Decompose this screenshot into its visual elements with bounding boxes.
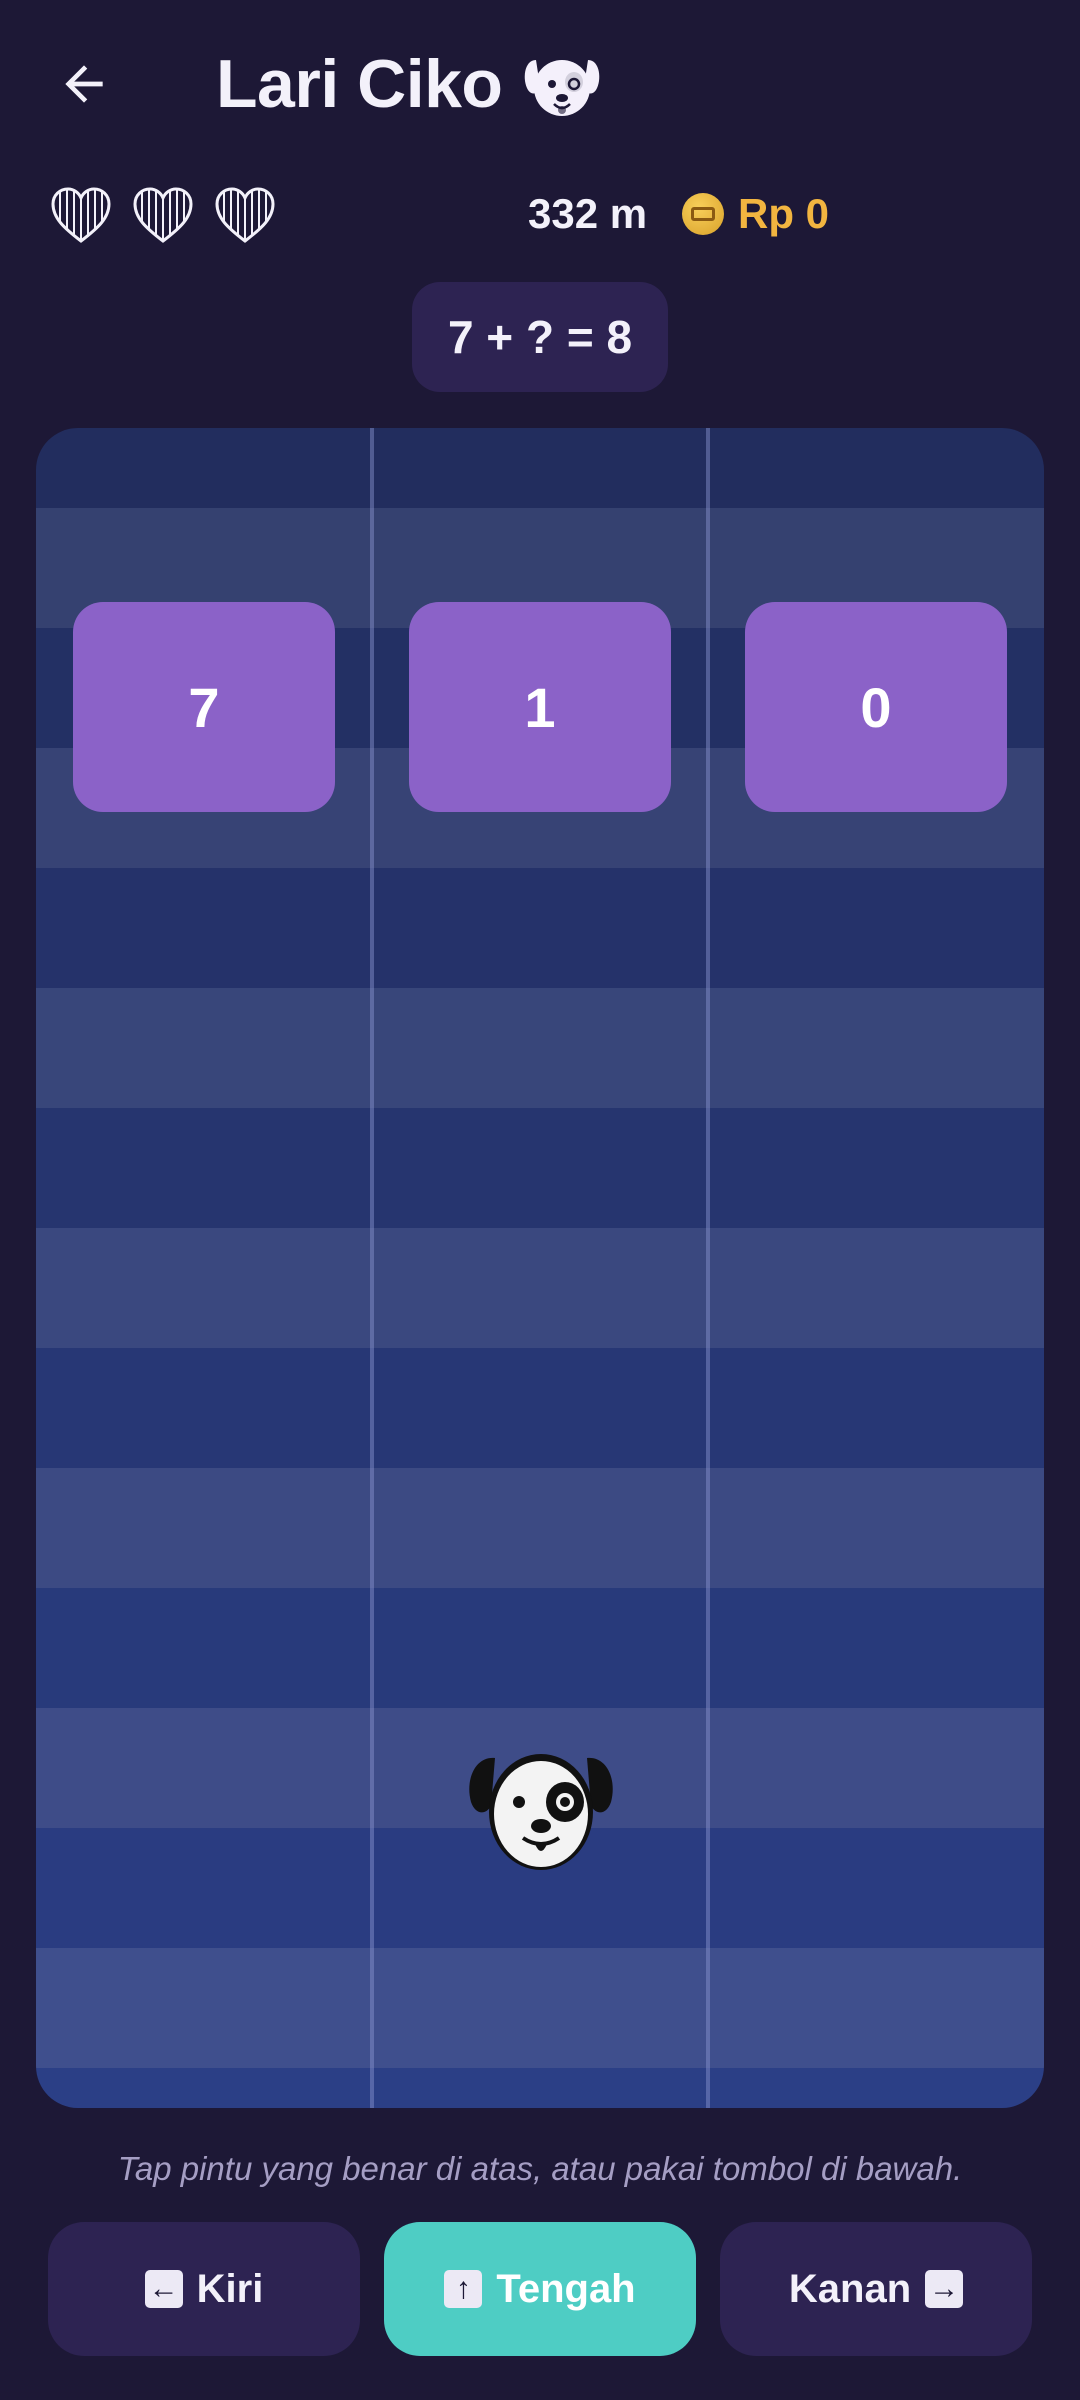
dog-face-icon xyxy=(520,46,604,122)
track-stripe xyxy=(36,1948,1044,2068)
arrow-left-key-icon: ← xyxy=(144,2270,183,2308)
heart-icon xyxy=(133,187,193,243)
move-left-button[interactable]: ← Kiri xyxy=(48,2222,360,2356)
track-stripe xyxy=(36,1348,1044,1468)
math-question: 7 + ? = 8 xyxy=(412,282,668,392)
arrow-left-icon xyxy=(65,65,103,103)
coin-icon xyxy=(682,193,724,235)
track-stripe xyxy=(36,1468,1044,1588)
coin-amount: Rp 0 xyxy=(738,190,830,237)
track-stripe xyxy=(36,1588,1044,1708)
track-stripe xyxy=(36,1228,1044,1348)
move-middle-button[interactable]: ↑ Tengah xyxy=(384,2222,696,2356)
track-stripe xyxy=(36,2068,1044,2108)
dog-runner-icon xyxy=(469,1754,613,1870)
track-stripe xyxy=(36,428,1044,508)
move-right-button[interactable]: Kanan → xyxy=(720,2222,1032,2356)
instruction-hint: Tap pintu yang benar di atas, atau pakai… xyxy=(117,2150,963,2187)
lane-divider xyxy=(706,428,710,2108)
move-right-label: Kanan xyxy=(788,2266,912,2311)
arrow-up-key-icon: ↑ xyxy=(444,2270,483,2308)
door-right[interactable]: 0 xyxy=(745,602,1007,812)
door-left[interactable]: 7 xyxy=(73,602,335,812)
door-middle[interactable]: 1 xyxy=(409,602,671,812)
track-stripe xyxy=(36,988,1044,1108)
coin-counter: Rp 0 xyxy=(682,190,829,238)
distance-counter: 332 m xyxy=(528,190,648,237)
track-stripe xyxy=(36,868,1044,988)
track-stripe xyxy=(36,1108,1044,1228)
move-left-label: Kiri xyxy=(196,2266,264,2311)
lives-indicator xyxy=(50,186,276,244)
title-text: Lari Ciko xyxy=(216,46,503,122)
move-middle-label: Tengah xyxy=(496,2266,636,2311)
game-track: 7 1 0 xyxy=(36,428,1044,2108)
page-title: Lari Ciko xyxy=(216,34,604,134)
lane-divider xyxy=(370,428,374,2108)
heart-icon xyxy=(215,187,275,243)
arrow-right-key-icon: → xyxy=(925,2270,964,2308)
heart-icon xyxy=(51,187,111,243)
game-screen: Lari Ciko 332 m Rp 0 7 + ? = 8 7 1 0 Tap… xyxy=(0,0,1080,2400)
back-button[interactable] xyxy=(44,44,124,124)
